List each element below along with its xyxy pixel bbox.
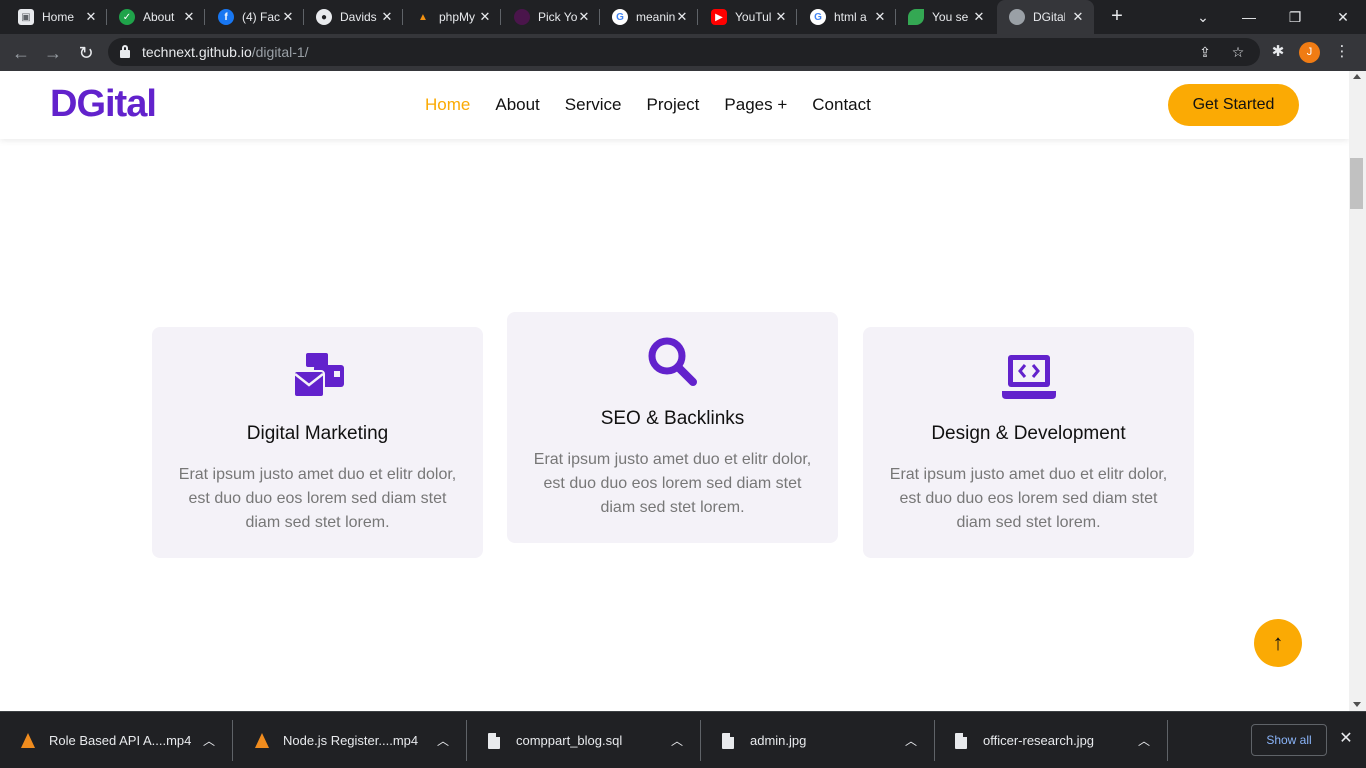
chevron-up-icon[interactable]: ︿ <box>437 732 449 749</box>
vlc-icon <box>255 733 269 748</box>
main-menu: Home About Service Project Pages + Conta… <box>425 95 896 115</box>
close-tab-icon[interactable]: ✕ <box>971 9 987 25</box>
mail-bulk-icon <box>293 353 344 398</box>
chevron-up-icon[interactable]: ︿ <box>203 732 215 749</box>
site-logo[interactable]: DGital <box>50 83 157 126</box>
chevron-up-icon[interactable]: ︿ <box>671 732 683 749</box>
service-title: SEO & Backlinks <box>600 408 745 429</box>
browser-tab[interactable]: f (4) Fac ✕ <box>200 0 304 34</box>
globe-icon <box>1009 9 1025 25</box>
download-item[interactable]: Role Based API A....mp4 ︿ <box>0 712 233 768</box>
google-icon: G <box>810 9 826 25</box>
close-tab-icon[interactable]: ✕ <box>773 9 789 25</box>
minimize-icon[interactable]: — <box>1226 0 1272 34</box>
site-navbar: DGital Home About Service Project Pages … <box>0 71 1349 139</box>
close-tab-icon[interactable]: ✕ <box>83 9 99 25</box>
service-title: Design & Development <box>931 423 1126 444</box>
close-tab-icon[interactable]: ✕ <box>181 9 197 25</box>
new-tab-button[interactable]: + <box>1106 5 1128 27</box>
browser-toolbar: ← → ↻ technext.github.io/digital-1/ ⇪ ☆ … <box>0 34 1366 71</box>
vlc-icon <box>21 733 35 748</box>
reload-icon[interactable]: ↻ <box>73 40 99 66</box>
download-item[interactable]: Node.js Register....mp4 ︿ <box>234 712 467 768</box>
facebook-icon: f <box>218 9 234 25</box>
chevron-up-icon[interactable]: ︿ <box>905 732 917 749</box>
page-scrollbar[interactable] <box>1349 71 1366 711</box>
tab-search-icon[interactable]: ⌄ <box>1180 0 1226 34</box>
browser-tab[interactable]: You se ✕ <box>890 0 995 34</box>
google-icon: G <box>612 9 628 25</box>
close-tab-icon[interactable]: ✕ <box>379 9 395 25</box>
menu-kebab-icon[interactable]: ⋮ <box>1331 41 1353 63</box>
browser-tab[interactable]: ● Davids ✕ <box>298 0 403 34</box>
page-icon: ▣ <box>18 9 34 25</box>
image-file-icon <box>955 732 967 749</box>
nav-about[interactable]: About <box>495 95 539 115</box>
download-item[interactable]: admin.jpg ︿ <box>702 712 935 768</box>
extensions-icon[interactable]: ✱ <box>1267 41 1289 63</box>
close-tab-icon[interactable]: ✕ <box>576 9 592 25</box>
browser-tab-active[interactable]: DGital ✕ <box>997 0 1094 34</box>
browser-tab[interactable]: Pick Yo ✕ <box>496 0 600 34</box>
chevron-up-icon[interactable]: ︿ <box>1138 732 1150 749</box>
show-all-downloads-button[interactable]: Show all <box>1251 724 1327 756</box>
nav-service[interactable]: Service <box>565 95 622 115</box>
downloads-bar: Role Based API A....mp4 ︿ Node.js Regist… <box>0 711 1366 768</box>
close-tab-icon[interactable]: ✕ <box>872 9 888 25</box>
address-bar[interactable]: technext.github.io/digital-1/ ⇪ ☆ <box>108 38 1260 66</box>
profile-avatar[interactable]: J <box>1299 42 1320 63</box>
browser-tab[interactable]: G meanin ✕ <box>594 0 698 34</box>
nav-project[interactable]: Project <box>646 95 699 115</box>
scroll-down-icon[interactable] <box>1353 702 1361 707</box>
browser-tab-strip: ▣ Home ✕ ✓ About ✕ f (4) Fac ✕ ● Davids … <box>0 0 1366 34</box>
close-window-icon[interactable]: ✕ <box>1320 0 1366 34</box>
page-viewport: DGital Home About Service Project Pages … <box>0 71 1349 711</box>
forward-icon[interactable]: → <box>40 40 66 66</box>
url-text: technext.github.io/digital-1/ <box>142 44 309 60</box>
restore-icon[interactable]: ❐ <box>1272 0 1318 34</box>
service-description: Erat ipsum justo amet duo et elitr dolor… <box>889 466 1168 531</box>
check-icon: ✓ <box>119 9 135 25</box>
nav-contact[interactable]: Contact <box>812 95 871 115</box>
lock-icon <box>120 45 130 59</box>
service-description: Erat ipsum justo amet duo et elitr dolor… <box>178 466 457 531</box>
get-started-button[interactable]: Get Started <box>1168 84 1299 126</box>
image-file-icon <box>722 732 734 749</box>
service-card-design-development[interactable]: Design & Development Erat ipsum justo am… <box>863 327 1194 558</box>
scrollbar-thumb[interactable] <box>1350 158 1363 209</box>
download-item[interactable]: officer-research.jpg ︿ <box>935 712 1168 768</box>
phpmyadmin-icon: ▲ <box>418 11 428 23</box>
service-description: Erat ipsum justo amet duo et elitr dolor… <box>533 451 812 516</box>
share-icon[interactable]: ⇪ <box>1195 42 1215 62</box>
close-downloads-icon[interactable]: ✕ <box>1336 729 1356 749</box>
leaf-icon <box>908 9 924 25</box>
bookmark-star-icon[interactable]: ☆ <box>1228 42 1248 62</box>
nav-home[interactable]: Home <box>425 95 470 115</box>
search-icon <box>648 337 697 386</box>
browser-tab[interactable]: ▣ Home ✕ <box>0 0 107 34</box>
github-icon: ● <box>316 9 332 25</box>
nav-pages-dropdown[interactable]: Pages + <box>724 95 787 115</box>
scroll-up-icon[interactable] <box>1353 74 1361 79</box>
service-card-seo[interactable]: SEO & Backlinks Erat ipsum justo amet du… <box>507 312 838 543</box>
service-card-digital-marketing[interactable]: Digital Marketing Erat ipsum justo amet … <box>152 327 483 558</box>
service-title: Digital Marketing <box>246 423 389 444</box>
browser-tab[interactable]: ▲ phpMy ✕ <box>397 0 501 34</box>
close-tab-icon[interactable]: ✕ <box>477 9 493 25</box>
browser-tab[interactable]: ✓ About ✕ <box>101 0 205 34</box>
file-icon <box>488 732 500 749</box>
download-item[interactable]: comppart_blog.sql ︿ <box>468 712 701 768</box>
app-icon <box>514 9 530 25</box>
close-tab-icon[interactable]: ✕ <box>1070 9 1086 25</box>
close-tab-icon[interactable]: ✕ <box>674 9 690 25</box>
youtube-icon: ▶ <box>711 9 727 25</box>
close-tab-icon[interactable]: ✕ <box>280 9 296 25</box>
laptop-code-icon <box>1002 355 1056 399</box>
browser-tab[interactable]: G html a ✕ <box>792 0 896 34</box>
back-icon[interactable]: ← <box>8 40 34 66</box>
browser-tab[interactable]: ▶ YouTul ✕ <box>693 0 797 34</box>
back-to-top-button[interactable]: ↑ <box>1254 619 1302 667</box>
